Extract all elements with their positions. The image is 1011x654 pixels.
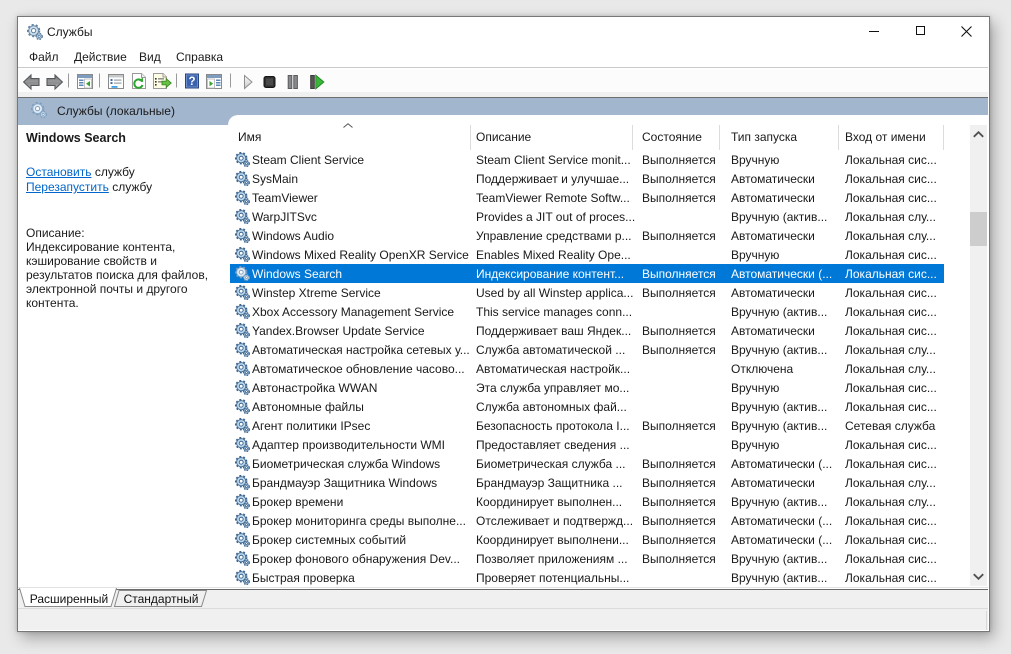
svg-text:?: ?	[188, 76, 195, 88]
svg-text:Расширенный: Расширенный	[30, 592, 109, 606]
svg-text:Стандартный: Стандартный	[124, 592, 199, 606]
